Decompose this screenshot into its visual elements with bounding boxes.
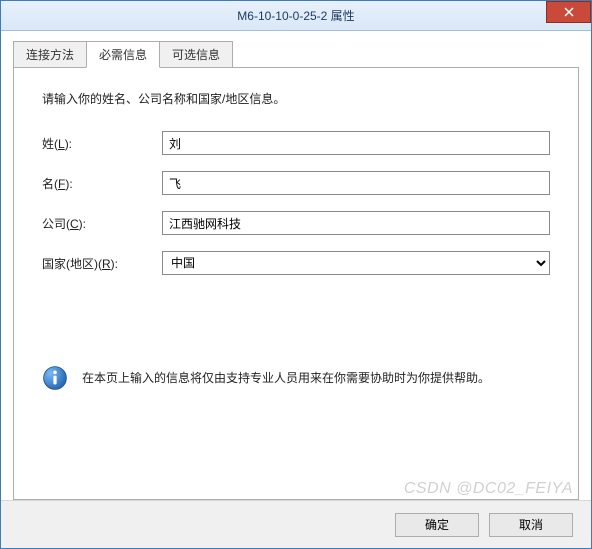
tab-panel-required: 请输入你的姓名、公司名称和国家/地区信息。 姓(L): 名(F): 公司(C): <box>13 67 579 500</box>
row-country: 国家(地区)(R): 中国 <box>42 251 550 275</box>
info-row: 在本页上输入的信息将仅由支持专业人员用来在你需要协助时为你提供帮助。 <box>42 365 550 391</box>
tab-connection[interactable]: 连接方法 <box>13 41 87 68</box>
label-country: 国家(地区)(R): <box>42 255 162 272</box>
input-lastname[interactable] <box>162 131 550 155</box>
window-title: M6-10-10-0-25-2 属性 <box>1 7 591 24</box>
info-icon <box>42 365 68 391</box>
label-lastname: 姓(L): <box>42 135 162 152</box>
input-company[interactable] <box>162 211 550 235</box>
tab-required[interactable]: 必需信息 <box>86 41 160 68</box>
close-button[interactable] <box>546 1 591 23</box>
close-icon <box>564 7 574 17</box>
cancel-button[interactable]: 取消 <box>489 513 573 537</box>
instructions-text: 请输入你的姓名、公司名称和国家/地区信息。 <box>42 90 550 107</box>
row-company: 公司(C): <box>42 211 550 235</box>
footer: 确定 取消 <box>1 500 591 548</box>
info-text: 在本页上输入的信息将仅由支持专业人员用来在你需要协助时为你提供帮助。 <box>82 370 490 387</box>
tab-optional[interactable]: 可选信息 <box>159 41 233 68</box>
label-firstname: 名(F): <box>42 175 162 192</box>
dialog-window: M6-10-10-0-25-2 属性 连接方法 必需信息 可选信息 请输入你的姓… <box>0 0 592 549</box>
content-area: 连接方法 必需信息 可选信息 请输入你的姓名、公司名称和国家/地区信息。 姓(L… <box>1 31 591 500</box>
tab-strip: 连接方法 必需信息 可选信息 <box>13 41 579 68</box>
input-firstname[interactable] <box>162 171 550 195</box>
row-lastname: 姓(L): <box>42 131 550 155</box>
label-company: 公司(C): <box>42 215 162 232</box>
select-country[interactable]: 中国 <box>162 251 550 275</box>
titlebar: M6-10-10-0-25-2 属性 <box>1 1 591 31</box>
ok-button[interactable]: 确定 <box>395 513 479 537</box>
row-firstname: 名(F): <box>42 171 550 195</box>
